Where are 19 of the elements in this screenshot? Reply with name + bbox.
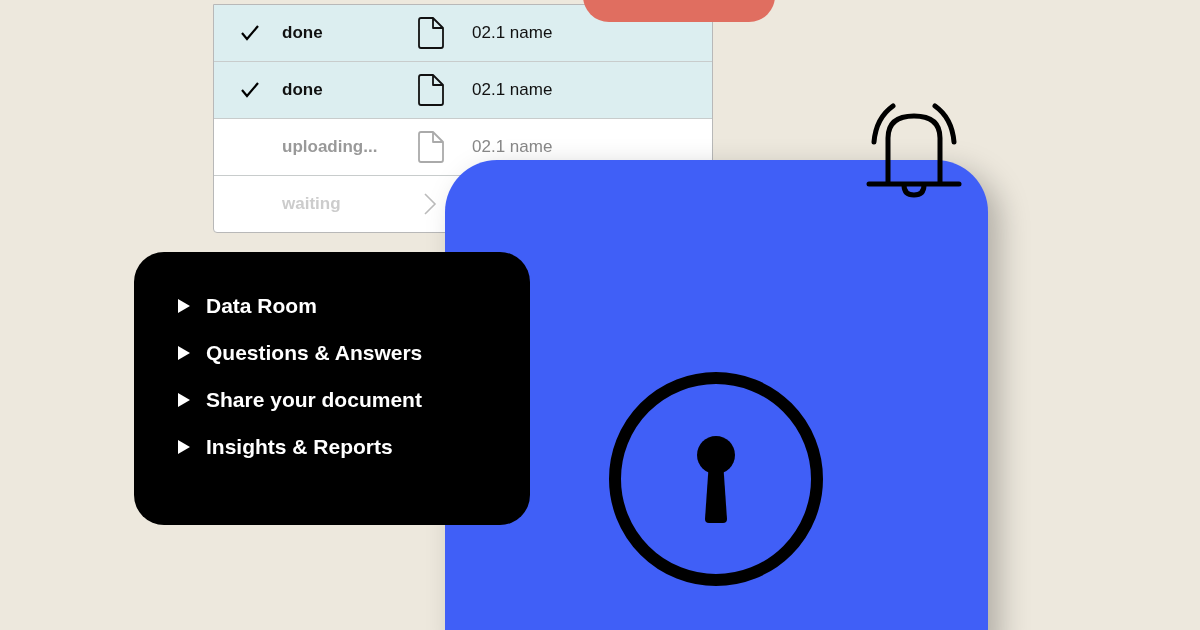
triangle-icon <box>178 440 190 454</box>
keyhole-icon <box>608 371 824 587</box>
triangle-icon <box>178 299 190 313</box>
menu-item[interactable]: Insights & Reports <box>178 433 393 461</box>
file-name: 02.1 name <box>472 80 553 100</box>
triangle-icon <box>178 346 190 360</box>
menu-item[interactable]: Data Room <box>178 292 317 320</box>
file-icon <box>416 131 444 163</box>
status-text: done <box>282 80 324 100</box>
status-text: done <box>282 23 324 43</box>
file-name: 02.1 name <box>472 23 553 43</box>
file-icon <box>416 17 444 49</box>
triangle-icon <box>178 393 190 407</box>
menu-item[interactable]: Share your document <box>178 386 422 414</box>
file-name: 02.1 name <box>472 137 553 157</box>
status-text: uploading... <box>282 137 379 157</box>
chevron-icon <box>423 193 437 215</box>
file-icon <box>416 74 444 106</box>
menu-item[interactable]: Questions & Answers <box>178 339 423 367</box>
